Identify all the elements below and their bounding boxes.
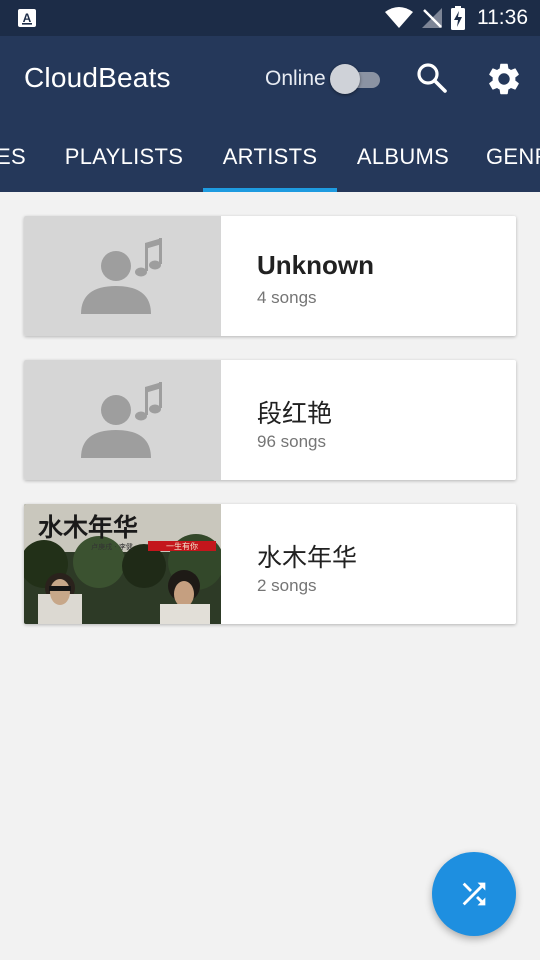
artist-placeholder-icon	[81, 382, 162, 458]
tab-bar: ES PLAYLISTS ARTISTS ALBUMS GENRES	[0, 122, 540, 192]
tab-artists[interactable]: ARTISTS	[203, 122, 337, 192]
album-art-image: 水木年华 卢庚戌 · 李健 一生有你	[24, 504, 224, 624]
tab-playlists[interactable]: PLAYLISTS	[46, 122, 202, 192]
shuffle-icon	[462, 882, 486, 906]
shuffle-button[interactable]	[432, 852, 516, 936]
artist-card[interactable]: 水木年华 卢庚戌 · 李健 一生有你 水木年华 2 songs	[24, 504, 516, 624]
gear-icon[interactable]	[485, 60, 523, 98]
artist-song-count: 96 songs	[257, 432, 326, 451]
no-signal-icon	[422, 8, 442, 28]
svg-text:A: A	[23, 11, 32, 25]
status-bar: A 11:36	[0, 0, 540, 36]
artist-thumbnail	[24, 360, 221, 480]
online-label: Online	[265, 67, 326, 90]
artist-song-count: 4 songs	[257, 288, 317, 307]
artist-song-count: 2 songs	[257, 576, 317, 595]
app-bar: CloudBeats Online	[0, 36, 540, 122]
artist-name: 水木年华	[257, 543, 358, 572]
status-clock: 11:36	[477, 6, 528, 29]
tab-songs[interactable]: ES	[0, 122, 26, 192]
tab-genres[interactable]: GENRES	[486, 122, 540, 192]
app-title: CloudBeats	[24, 62, 171, 93]
online-toggle[interactable]	[330, 64, 382, 94]
search-icon[interactable]	[414, 60, 450, 96]
artist-card[interactable]: Unknown 4 songs	[24, 216, 516, 336]
album-art-credits: 卢庚戌 · 李健	[91, 542, 133, 551]
artist-name: Unknown	[257, 250, 374, 280]
album-art-title: 水木年华	[38, 513, 138, 542]
notification-app-icon: A	[18, 9, 36, 27]
album-art: 水木年华 卢庚戌 · 李健 一生有你	[24, 504, 224, 624]
artist-placeholder-icon	[81, 238, 162, 314]
artist-card[interactable]: 段红艳 96 songs	[24, 360, 516, 480]
artist-name: 段红艳	[257, 399, 333, 428]
battery-charging-icon	[451, 6, 465, 30]
tab-albums[interactable]: ALBUMS	[338, 122, 468, 192]
wifi-icon	[385, 7, 413, 28]
artist-thumbnail	[24, 216, 221, 336]
album-art-subtitle: 一生有你	[166, 541, 198, 551]
toggle-thumb	[330, 64, 360, 94]
